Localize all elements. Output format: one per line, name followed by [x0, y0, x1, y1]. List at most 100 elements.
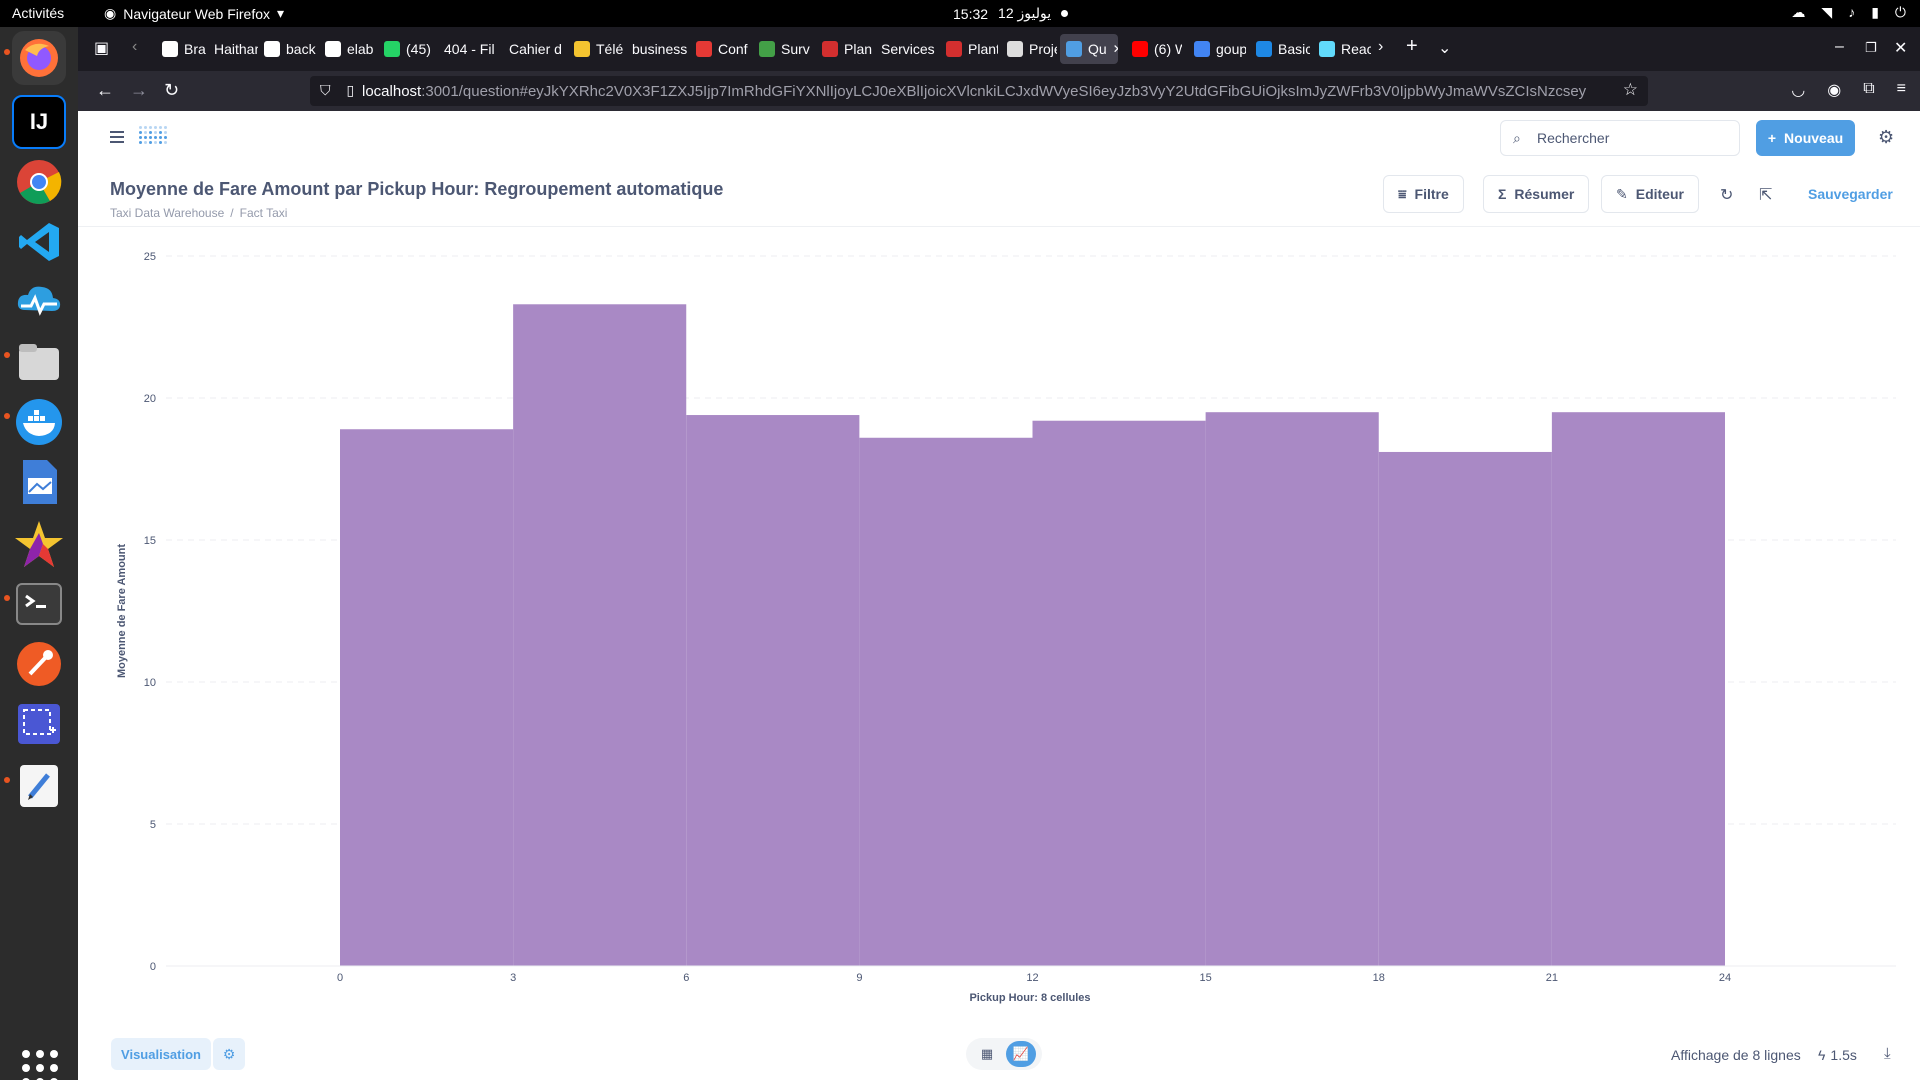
question-title[interactable]: Moyenne de Fare Amount par Pickup Hour: … [110, 179, 723, 200]
browser-tab[interactable]: Haitham [208, 34, 258, 64]
breadcrumb-table[interactable]: Fact Taxi [240, 206, 288, 220]
system-tray[interactable]: ☁ ◥ ♪ ▮ ⏻ [1791, 4, 1906, 21]
url-bar[interactable]: ⛉ ▯ localhost:3001/question#eyJkYXRhc2V0… [310, 76, 1648, 106]
browser-tab[interactable]: Cahier d [503, 34, 565, 64]
tab-label: Services [881, 41, 935, 57]
browser-tab[interactable]: Plant [940, 34, 998, 64]
intellij-icon[interactable]: IJ [12, 95, 66, 149]
breadcrumb-database[interactable]: Taxi Data Warehouse [110, 206, 224, 220]
terminal-icon[interactable] [12, 577, 66, 631]
x-tick-label: 3 [510, 972, 516, 984]
histogram-bar[interactable] [513, 304, 687, 966]
browser-tab[interactable]: Plant [816, 34, 872, 64]
back-arrow-icon[interactable]: ← [96, 80, 114, 101]
browser-tab[interactable]: business [626, 34, 688, 64]
save-button[interactable]: Sauvegarder [1808, 186, 1893, 202]
docker-icon[interactable] [12, 395, 66, 449]
extensions-icon[interactable]: ⧉ [1863, 80, 1874, 100]
browser-tab[interactable]: Téléc [568, 34, 623, 64]
tab-label: Plant [968, 41, 998, 57]
visualization-settings-icon[interactable]: ⚙ [213, 1038, 245, 1070]
text-editor-icon[interactable] [12, 759, 66, 813]
forward-arrow-icon[interactable]: → [130, 80, 148, 101]
star-app-icon[interactable] [12, 517, 66, 571]
tab-close-icon[interactable]: ✕ [1113, 42, 1118, 56]
browser-tab[interactable]: Bran [156, 34, 206, 64]
app-menu[interactable]: ◉ Navigateur Web Firefox ▾ [104, 5, 284, 22]
tab-favicon [384, 41, 400, 57]
view-toggle[interactable]: ▦ 📈 [966, 1038, 1042, 1070]
browser-tab[interactable]: goup [1188, 34, 1246, 64]
histogram-bar[interactable] [340, 429, 514, 966]
window-minimize-icon[interactable]: – [1835, 38, 1844, 56]
histogram-bar[interactable] [1205, 412, 1379, 966]
pocket-icon[interactable]: ◡ [1791, 80, 1805, 100]
window-restore-icon[interactable]: ❐ [1865, 40, 1877, 56]
new-button-label: Nouveau [1784, 130, 1844, 146]
running-indicator [4, 777, 10, 783]
browser-tab[interactable]: Basic [1250, 34, 1310, 64]
postman-icon[interactable] [12, 637, 66, 691]
editor-button[interactable]: ✎ Editeur [1601, 175, 1699, 213]
browser-tab[interactable]: Proje [1001, 34, 1057, 64]
tab-scroll-left-icon[interactable]: ‹ [132, 38, 137, 56]
firefox-icon[interactable] [12, 31, 66, 85]
histogram-bar[interactable] [1378, 451, 1552, 966]
browser-tab[interactable]: 404 - Fil [438, 34, 500, 64]
filter-button[interactable]: ⩸ Filtre [1383, 175, 1464, 213]
settings-gear-icon[interactable]: ⚙ [1878, 127, 1894, 148]
vscode-icon[interactable] [12, 215, 66, 269]
chart-view-icon[interactable]: 📈 [1006, 1041, 1036, 1067]
tab-label: Qu [1088, 41, 1107, 57]
cloud-monitor-icon[interactable] [12, 275, 66, 329]
bookmark-star-icon[interactable]: ☆ [1623, 80, 1638, 100]
browser-tab[interactable]: (6) W [1126, 34, 1182, 64]
open-external-icon[interactable]: ⇱ [1759, 185, 1772, 205]
histogram-bar[interactable] [859, 437, 1033, 966]
histogram-bar[interactable] [1032, 420, 1206, 967]
tab-favicon [1194, 41, 1210, 57]
new-tab-icon[interactable]: + [1406, 35, 1418, 58]
reload-icon[interactable]: ↻ [164, 80, 179, 101]
metabase-logo[interactable] [139, 126, 167, 148]
show-apps-icon[interactable] [22, 1050, 58, 1086]
bolt-icon: ϟ [1818, 1047, 1826, 1063]
browser-tab[interactable]: Surv [753, 34, 813, 64]
browser-tab[interactable]: elab [319, 34, 375, 64]
query-timing: ϟ 1.5s [1818, 1047, 1857, 1063]
browser-tab[interactable]: Reac [1313, 34, 1371, 64]
refresh-icon[interactable]: ↻ [1720, 185, 1733, 205]
new-button[interactable]: + Nouveau [1756, 120, 1855, 156]
plus-icon: + [1767, 130, 1777, 146]
browser-tab[interactable]: back [258, 34, 316, 64]
table-view-icon[interactable]: ▦ [976, 1043, 998, 1065]
browser-tab[interactable]: Qu ✕ [1060, 34, 1118, 64]
browser-tab[interactable]: Conf [690, 34, 750, 64]
browser-tab[interactable]: Services [875, 34, 937, 64]
visualization-button[interactable]: Visualisation [111, 1038, 211, 1070]
tab-label: Cahier d [509, 41, 562, 57]
screenshot-icon[interactable] [12, 697, 66, 751]
metabase-app: ⌕ Rechercher + Nouveau ⚙ Moyenne de Fare… [78, 111, 1920, 1080]
x-tick-label: 12 [1026, 972, 1038, 984]
firefox-view-icon[interactable]: ▣ [94, 38, 109, 58]
clock[interactable]: 15:32 12 يوليوز [953, 5, 1069, 22]
search-input[interactable]: ⌕ Rechercher [1500, 120, 1740, 156]
histogram-bar[interactable] [1551, 412, 1725, 966]
summarize-button[interactable]: Σ Résumer [1483, 175, 1590, 213]
download-icon[interactable]: ⤓ [1884, 1045, 1891, 1062]
menu-icon[interactable]: ≡ [1897, 80, 1906, 100]
tab-scroll-right-icon[interactable]: › [1378, 38, 1383, 56]
browser-tab[interactable]: (45) [378, 34, 436, 64]
account-icon[interactable]: ◉ [1827, 80, 1841, 100]
page-info-icon[interactable]: ▯ [347, 82, 355, 99]
activities-button[interactable]: Activités [12, 5, 64, 21]
histogram-bar[interactable] [686, 415, 860, 966]
document-viewer-icon[interactable] [12, 455, 66, 509]
list-all-tabs-icon[interactable]: ⌄ [1438, 38, 1451, 58]
chrome-icon[interactable] [12, 155, 66, 209]
window-close-icon[interactable]: ✕ [1894, 38, 1907, 58]
files-icon[interactable] [12, 335, 66, 389]
sidebar-toggle-icon[interactable] [110, 131, 124, 143]
shield-icon[interactable]: ⛉ [320, 82, 331, 99]
